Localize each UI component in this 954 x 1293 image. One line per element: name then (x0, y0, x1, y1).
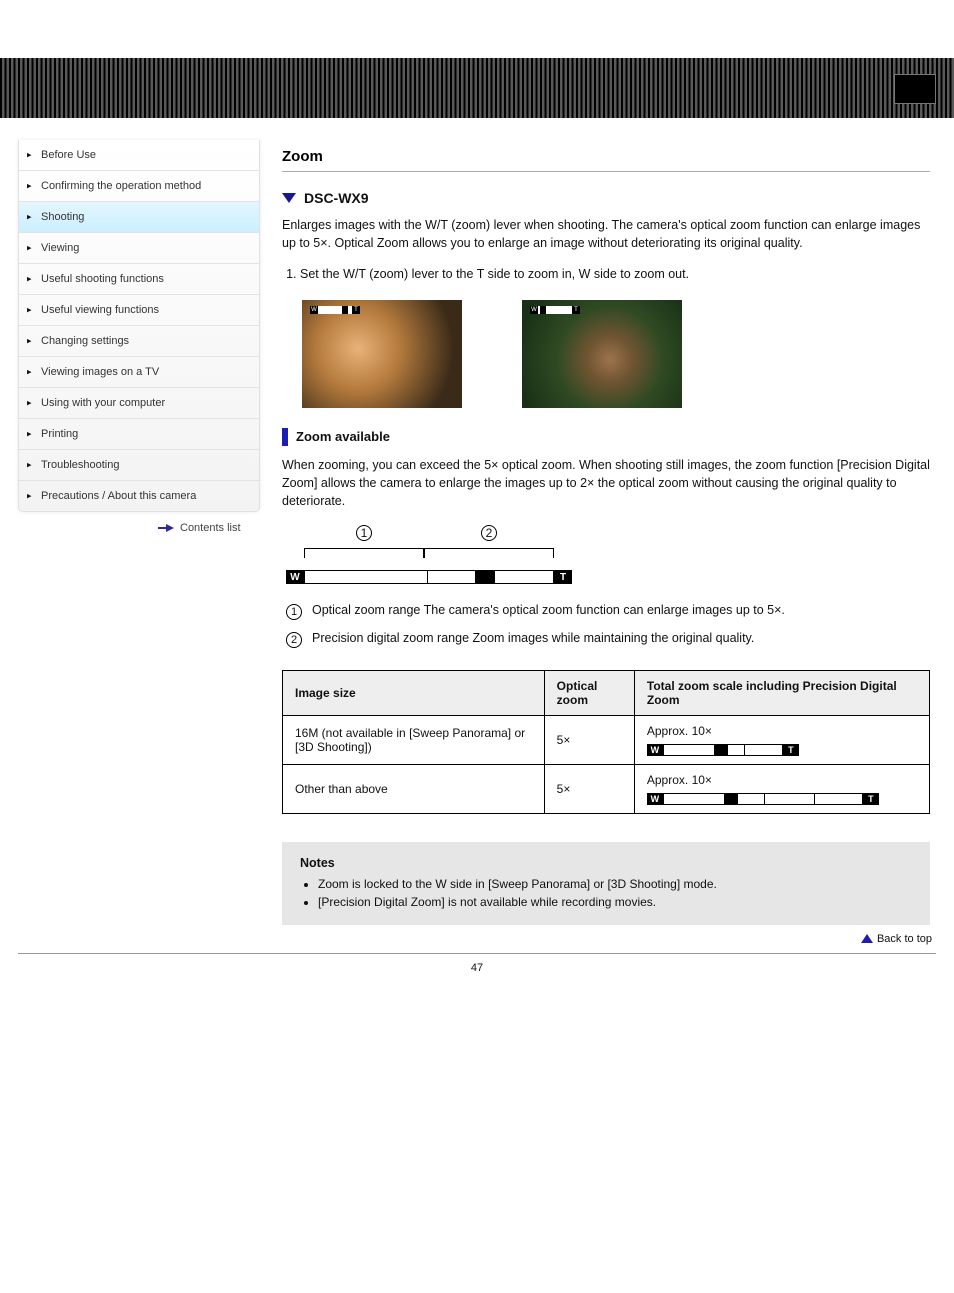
main-content: Zoom DSC-WX9 Enlarges images with the W/… (282, 140, 936, 925)
sidebar-item-precautions[interactable]: Precautions / About this camera (19, 480, 259, 511)
note-header: Zoom available (282, 428, 930, 446)
zoom-diagram: 1 2 W T (286, 528, 930, 584)
col-header: Image size (283, 671, 545, 716)
zoom-table: Image size Optical zoom Total zoom scale… (282, 670, 930, 814)
divider (282, 171, 930, 172)
circled-2-icon: 2 (286, 632, 302, 648)
sidebar-item-tv[interactable]: Viewing images on a TV (19, 356, 259, 387)
zoom-indicator: WT (310, 306, 360, 314)
col-header: Optical zoom (544, 671, 634, 716)
marker-bar-icon (282, 428, 288, 446)
sidebar-item-settings[interactable]: Changing settings (19, 325, 259, 356)
section-header: DSC-WX9 (282, 190, 930, 206)
sidebar-item-label: Shooting (41, 211, 84, 223)
sidebar-item-label: Changing settings (41, 335, 129, 347)
example-images: WT WT (302, 300, 930, 408)
legend-text: Optical zoom range The camera's optical … (312, 602, 785, 620)
note-item: [Precision Digital Zoom] is not availabl… (318, 894, 912, 911)
cell-size: Other than above (283, 765, 545, 814)
zoomed-out-example: WT (522, 300, 682, 408)
w-cap-icon: W (286, 570, 304, 584)
sidebar-item-label: Viewing (41, 242, 79, 254)
intro-text: Enlarges images with the W/T (zoom) leve… (282, 216, 930, 252)
sidebar: Before Use Confirming the operation meth… (18, 140, 260, 538)
sidebar-item-label: Useful viewing functions (41, 304, 159, 316)
sidebar-item-label: Before Use (41, 149, 96, 161)
zoomed-in-example: WT (302, 300, 462, 408)
sidebar-item-confirm-op[interactable]: Confirming the operation method (19, 170, 259, 201)
legend-item-1: 1 Optical zoom range The camera's optica… (286, 602, 930, 620)
sidebar-item-label: Using with your computer (41, 397, 165, 409)
back-to-top-label: Back to top (877, 933, 932, 945)
note-item: Zoom is locked to the W side in [Sweep P… (318, 876, 912, 893)
page-number: 47 (0, 962, 954, 974)
sidebar-item-computer[interactable]: Using with your computer (19, 387, 259, 418)
cell-total: Approx. 10×WT (634, 716, 929, 765)
sidebar-item-label: Confirming the operation method (41, 180, 201, 192)
notes-title: Notes (300, 856, 912, 870)
sidebar-nav: Before Use Confirming the operation meth… (18, 140, 260, 512)
cell-size: 16M (not available in [Sweep Panorama] o… (283, 716, 545, 765)
table-row: Other than above5×Approx. 10×WT (283, 765, 930, 814)
notes-box: Notes Zoom is locked to the W side in [S… (282, 842, 930, 925)
page-title: Zoom (282, 148, 930, 165)
note-body: When zooming, you can exceed the 5× opti… (282, 456, 930, 510)
t-cap-icon: T (554, 570, 572, 584)
contents-list-link[interactable]: Contents list (18, 512, 260, 538)
footer-divider: Back to top (18, 953, 936, 954)
circled-1-icon: 1 (286, 604, 302, 620)
step-text: Set the W/T (zoom) lever to the T side t… (300, 266, 930, 284)
sidebar-item-shooting[interactable]: Shooting (19, 201, 259, 232)
note-title: Zoom available (296, 429, 390, 444)
print-button[interactable] (894, 74, 936, 104)
sidebar-item-label: Viewing images on a TV (41, 366, 159, 378)
sidebar-item-printing[interactable]: Printing (19, 418, 259, 449)
arrow-right-icon (158, 524, 174, 532)
cell-optical: 5× (544, 716, 634, 765)
back-to-top-link[interactable]: Back to top (861, 933, 932, 945)
sidebar-item-troubleshoot[interactable]: Troubleshooting (19, 449, 259, 480)
sidebar-item-before-use[interactable]: Before Use (19, 140, 259, 170)
contents-list-label: Contents list (180, 522, 241, 534)
sidebar-item-label: Precautions / About this camera (41, 490, 196, 502)
sidebar-item-label: Troubleshooting (41, 459, 119, 471)
table-row: 16M (not available in [Sweep Panorama] o… (283, 716, 930, 765)
cell-optical: 5× (544, 765, 634, 814)
sidebar-item-label: Printing (41, 428, 78, 440)
top-banner (0, 58, 954, 118)
sidebar-item-useful-view[interactable]: Useful viewing functions (19, 294, 259, 325)
zoom-indicator: WT (530, 306, 580, 314)
legend-text: Precision digital zoom range Zoom images… (312, 630, 754, 648)
cell-total: Approx. 10×WT (634, 765, 929, 814)
triangle-up-icon (861, 934, 873, 943)
sidebar-item-label: Useful shooting functions (41, 273, 164, 285)
sidebar-item-useful-shoot[interactable]: Useful shooting functions (19, 263, 259, 294)
col-header: Total zoom scale including Precision Dig… (634, 671, 929, 716)
legend-item-2: 2 Precision digital zoom range Zoom imag… (286, 630, 930, 648)
section-title: DSC-WX9 (304, 190, 369, 206)
caret-down-icon (282, 193, 296, 203)
sidebar-item-viewing[interactable]: Viewing (19, 232, 259, 263)
